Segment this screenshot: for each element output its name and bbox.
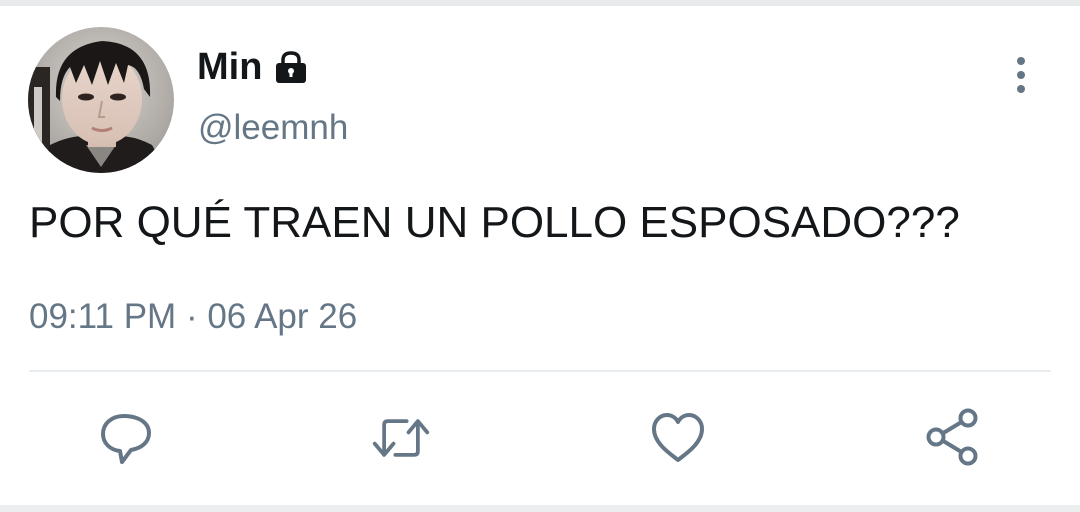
- retweet-arrows-icon: [372, 419, 430, 457]
- timestamp[interactable]: 09:11 PM · 06 Apr 26: [29, 297, 357, 337]
- bottom-divider: [0, 505, 1080, 512]
- reply-button[interactable]: [96, 408, 156, 468]
- heart-icon: [652, 413, 704, 462]
- more-options-button[interactable]: [1005, 56, 1037, 96]
- display-name[interactable]: Min: [197, 46, 262, 89]
- share-button[interactable]: [924, 408, 984, 468]
- author-name-row: Min: [197, 44, 308, 90]
- share-nodes-icon: [926, 408, 978, 466]
- tweet-card: Min @leemnh POR QUÉ TRAEN UN POLLO ESPOS…: [0, 0, 1080, 512]
- timestamp-separator: ·: [185, 297, 198, 336]
- top-divider: [0, 0, 1080, 6]
- profile-photo: [28, 27, 174, 173]
- retweet-button[interactable]: [371, 408, 431, 468]
- vertical-dots-icon: [1017, 57, 1025, 93]
- speech-bubble-icon: [101, 414, 151, 464]
- like-button[interactable]: [648, 408, 708, 468]
- actions-divider: [29, 370, 1051, 372]
- tweet-time: 09:11 PM: [29, 297, 177, 336]
- author-handle[interactable]: @leemnh: [198, 108, 348, 148]
- lock-icon: [274, 50, 308, 84]
- avatar[interactable]: [28, 27, 174, 173]
- tweet-date: 06 Apr 26: [207, 297, 358, 336]
- tweet-text: POR QUÉ TRAEN UN POLLO ESPOSADO???: [29, 198, 960, 247]
